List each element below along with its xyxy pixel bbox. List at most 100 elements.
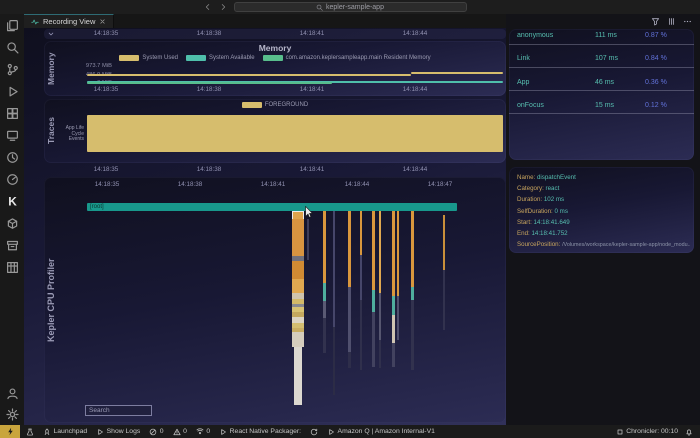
flame-segment[interactable] — [411, 211, 414, 287]
status-item[interactable]: Launchpad — [43, 428, 87, 436]
more-icon[interactable] — [683, 17, 692, 26]
flame-segment[interactable] — [348, 287, 351, 352]
search-value: kepler-sample-app — [326, 4, 384, 11]
status-item[interactable]: 0 — [149, 428, 163, 436]
flame-segment[interactable] — [292, 219, 304, 256]
settings-icon[interactable] — [6, 408, 19, 421]
row-separator — [509, 90, 694, 91]
cell-percent: 0.12 % — [645, 102, 667, 109]
profiler-icon[interactable] — [6, 173, 19, 186]
flame-segment[interactable] — [443, 215, 445, 270]
table-row[interactable]: Link107 ms0.84 % — [509, 52, 694, 66]
detail-label: SourcePosition: — [517, 241, 562, 248]
cell-name: anonymous — [517, 32, 553, 39]
flame-segment[interactable] — [372, 211, 375, 290]
flame-segment[interactable] — [307, 219, 309, 260]
timeline-ruler-top: 14:18:3514:18:3814:18:4114:18:44 — [44, 29, 506, 39]
flame-segment[interactable] — [411, 300, 414, 370]
status-item-label: 0 — [160, 428, 164, 435]
time-tick: 14:18:44 — [345, 181, 370, 188]
flame-segment[interactable] — [333, 327, 335, 395]
flame-segment[interactable] — [292, 261, 304, 279]
svg-text:K: K — [8, 195, 17, 208]
status-item[interactable]: Show Logs — [96, 428, 140, 436]
flame-segment[interactable] — [292, 279, 304, 293]
time-tick: 14:18:41 — [300, 30, 325, 37]
status-item[interactable]: 0 — [173, 428, 187, 436]
flame-segment[interactable] — [323, 211, 326, 283]
flame-segment[interactable] — [323, 301, 326, 318]
titlebar: kepler-sample-app — [0, 0, 700, 14]
remote-indicator[interactable] — [0, 425, 20, 438]
source-control-icon[interactable] — [6, 63, 19, 76]
play-outline-icon — [219, 428, 227, 436]
flame-segment[interactable] — [397, 211, 399, 296]
status-item[interactable]: 0 — [196, 428, 210, 436]
flame-segment[interactable] — [397, 296, 399, 340]
chevron-down-icon[interactable] — [47, 30, 55, 38]
grid-icon[interactable] — [6, 261, 19, 274]
flame-segment[interactable] — [379, 340, 381, 368]
status-item[interactable]: Chronicler: 00:10 — [616, 428, 678, 436]
flame-segment[interactable] — [392, 343, 395, 367]
run-debug-icon[interactable] — [6, 85, 19, 98]
memory-x-axis: 14:18:3514:18:3814:18:4114:18:44 — [44, 85, 506, 95]
flame-segment[interactable] — [333, 211, 335, 327]
flame-segment[interactable] — [379, 211, 381, 293]
flame-segment[interactable] — [360, 211, 362, 255]
time-tick: 14:18:35 — [95, 181, 120, 188]
status-item[interactable] — [310, 428, 318, 436]
time-tick: 14:18:38 — [197, 30, 222, 37]
cell-duration: 111 ms — [595, 32, 617, 39]
time-tick: 14:18:38 — [178, 181, 203, 188]
memory-y-tick: 973.7 MiB — [66, 63, 112, 69]
back-icon[interactable] — [204, 3, 212, 11]
flame-search-input[interactable] — [85, 405, 152, 416]
forward-icon[interactable] — [219, 3, 227, 11]
status-item[interactable]: React Native Packager: — [219, 428, 301, 436]
command-center-search[interactable]: kepler-sample-app — [234, 2, 467, 12]
flame-segment[interactable] — [360, 300, 362, 370]
flame-root-frame[interactable]: [root] — [87, 203, 457, 211]
flame-segment[interactable] — [392, 315, 395, 343]
time-tick: 14:18:35 — [94, 86, 119, 93]
kepler-icon[interactable]: K — [6, 195, 19, 208]
flame-segment[interactable] — [372, 312, 375, 367]
flame-segment[interactable] — [292, 332, 304, 347]
archive-icon[interactable] — [6, 239, 19, 252]
status-item[interactable]: Amazon Q | Amazon Internal-V1 — [327, 428, 435, 436]
table-row[interactable]: onFocus15 ms0.12 % — [509, 98, 694, 112]
explorer-icon[interactable] — [6, 19, 19, 32]
table-row[interactable]: anonymous111 ms0.87 % — [509, 29, 694, 43]
account-icon[interactable] — [6, 387, 19, 400]
foreground-trace-bar[interactable] — [87, 115, 503, 152]
flame-segment[interactable] — [294, 347, 302, 405]
package-icon[interactable] — [6, 217, 19, 230]
flame-segment[interactable] — [323, 318, 326, 353]
funnel-icon[interactable] — [651, 17, 660, 26]
search-icon[interactable] — [6, 41, 19, 54]
flame-segment[interactable] — [379, 293, 381, 340]
close-icon[interactable] — [99, 18, 106, 25]
rocket-icon — [43, 428, 51, 436]
flame-segment[interactable] — [392, 296, 395, 315]
time-tick: 14:18:41 — [300, 86, 325, 93]
flame-segment[interactable] — [443, 270, 445, 330]
flame-segment[interactable] — [348, 211, 351, 287]
tab-recording-view[interactable]: Recording View — [24, 14, 114, 28]
cell-name: App — [517, 79, 529, 86]
flame-segment[interactable] — [372, 290, 375, 312]
flame-segment[interactable] — [411, 287, 414, 300]
flame-segment[interactable] — [360, 255, 362, 300]
table-row[interactable]: App46 ms0.36 % — [509, 75, 694, 89]
flame-segment[interactable] — [392, 211, 395, 296]
flame-segment[interactable] — [323, 283, 326, 301]
status-item[interactable] — [685, 428, 693, 436]
flame-segment[interactable] — [348, 352, 351, 368]
remote-explorer-icon[interactable] — [6, 129, 19, 142]
cell-name: onFocus — [517, 102, 544, 109]
history-icon[interactable] — [6, 151, 19, 164]
extensions-icon[interactable] — [6, 107, 19, 120]
status-item[interactable] — [26, 428, 34, 436]
columns-icon[interactable] — [667, 17, 676, 26]
